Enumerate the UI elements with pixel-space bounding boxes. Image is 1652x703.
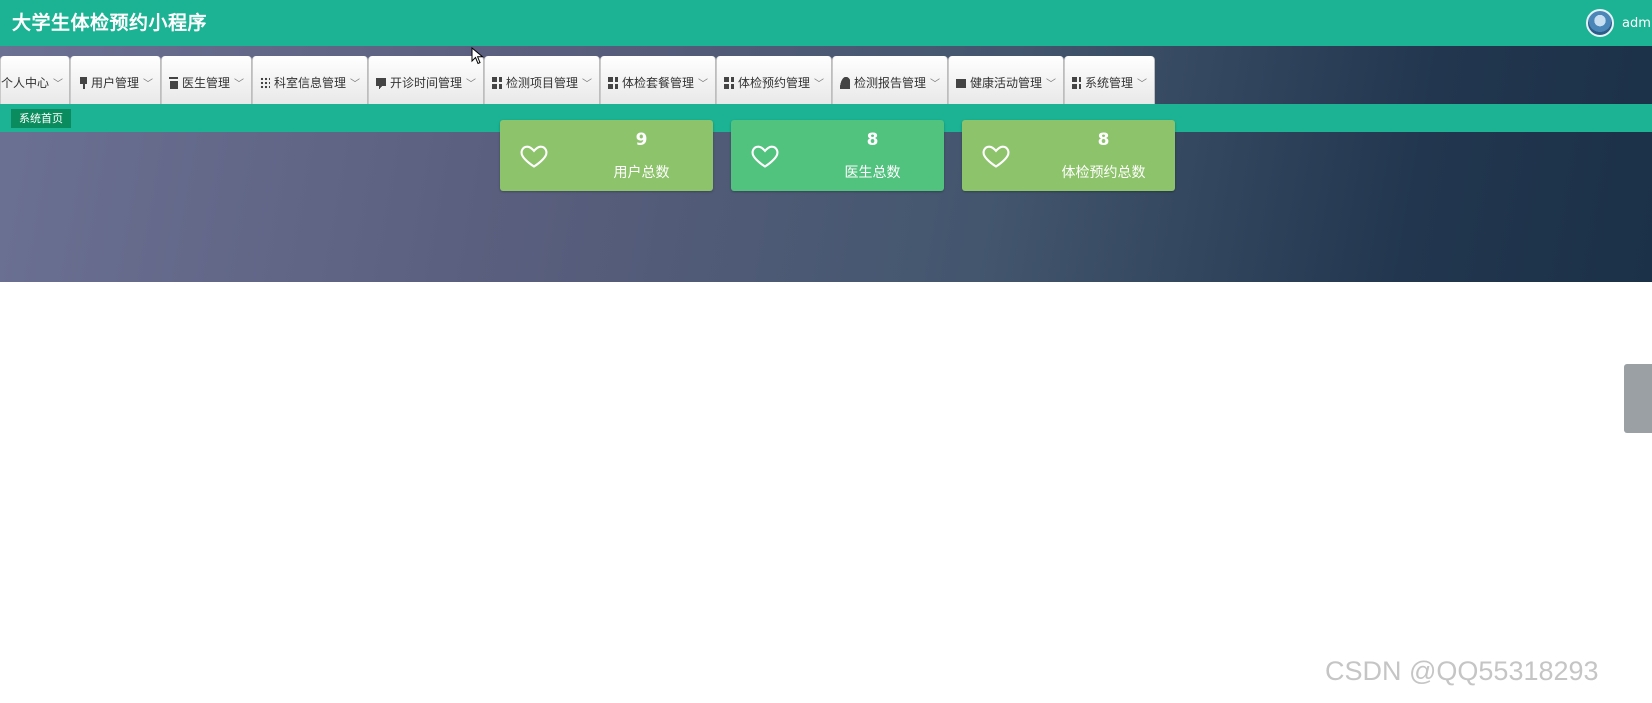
- box-icon: [956, 76, 966, 89]
- stat-value: 8: [1097, 130, 1110, 150]
- nav-item-test-item-management[interactable]: 检测项目管理 ﹀: [484, 56, 600, 109]
- stat-card-appointments[interactable]: 8 体检预约总数: [962, 120, 1175, 191]
- avatar[interactable]: [1586, 9, 1614, 37]
- grid-icon: [1072, 76, 1081, 89]
- nav-item-department-management[interactable]: 科室信息管理 ﹀: [252, 56, 368, 109]
- nav-item-label: 体检预约管理: [737, 76, 810, 90]
- mouse-cursor-icon: [471, 47, 484, 65]
- nav-item-personal-center[interactable]: 个人中心 ﹀: [0, 56, 70, 109]
- grid-icon: [492, 76, 502, 89]
- nav-item-health-activity-management[interactable]: 健康活动管理 ﹀: [948, 56, 1064, 109]
- chevron-down-icon: ﹀: [466, 79, 476, 90]
- chevron-down-icon: ﹀: [582, 79, 592, 90]
- nav-item-label: 开诊时间管理: [389, 76, 462, 90]
- user-icon: [840, 76, 850, 89]
- nav-item-label: 检测报告管理: [853, 76, 926, 90]
- nav-item-package-management[interactable]: 体检套餐管理 ﹀: [600, 56, 716, 109]
- heart-icon: [520, 145, 548, 168]
- main-nav: 个人中心 ﹀ 用户管理 ﹀ 医生管理 ﹀ 科室信息管理 ﹀ 开诊时间管理 ﹀ 检测项目管理…: [0, 56, 1155, 109]
- breadcrumb-home[interactable]: 系统首页: [11, 109, 71, 128]
- stat-value: 8: [866, 130, 879, 150]
- top-bar: 大学生体检预约小程序 admin: [0, 0, 1652, 46]
- nav-item-label: 医生管理: [181, 76, 230, 90]
- chevron-down-icon: ﹀: [1046, 79, 1056, 90]
- clipboard-icon: [169, 76, 178, 89]
- nav-item-clinic-hours-management[interactable]: 开诊时间管理 ﹀: [368, 56, 484, 109]
- nav-item-label: 检测项目管理: [505, 76, 578, 90]
- chevron-down-icon: ﹀: [1137, 79, 1147, 90]
- chevron-down-icon: ﹀: [234, 79, 244, 90]
- grid-icon: [724, 76, 734, 89]
- nav-item-label: 用户管理: [90, 76, 139, 90]
- chevron-down-icon: ﹀: [698, 79, 708, 90]
- chevron-down-icon: ﹀: [143, 79, 153, 90]
- flag-icon: [78, 76, 87, 89]
- stat-value: 9: [635, 130, 648, 150]
- chevron-down-icon: ﹀: [814, 79, 824, 90]
- nav-item-label: 健康活动管理: [969, 76, 1042, 90]
- nav-item-label: 体检套餐管理: [621, 76, 694, 90]
- stat-card-users[interactable]: 9 用户总数: [500, 120, 713, 191]
- chevron-down-icon: ﹀: [350, 79, 360, 90]
- chevron-down-icon: ﹀: [53, 79, 64, 90]
- chat-icon: [376, 76, 386, 89]
- stat-label: 体检预约总数: [1061, 165, 1146, 181]
- grid-icon: [608, 76, 618, 89]
- heart-icon: [982, 145, 1010, 168]
- nav-item-report-management[interactable]: 检测报告管理 ﹀: [832, 56, 948, 109]
- watermark: CSDN @QQ55318293: [1325, 656, 1599, 686]
- nav-item-appointment-management[interactable]: 体检预约管理 ﹀: [716, 56, 832, 109]
- dots-icon: [260, 76, 270, 89]
- nav-item-user-management[interactable]: 用户管理 ﹀: [70, 56, 161, 109]
- stat-label: 用户总数: [613, 165, 670, 181]
- app-title: 大学生体检预约小程序: [12, 12, 208, 34]
- nav-item-doctor-management[interactable]: 医生管理 ﹀: [161, 56, 252, 109]
- stat-card-doctors[interactable]: 8 医生总数: [731, 120, 944, 191]
- heart-icon: [751, 145, 779, 168]
- nav-item-system-management[interactable]: 系统管理 ﹀: [1064, 56, 1155, 109]
- nav-item-label: 个人中心: [1, 76, 50, 90]
- chevron-down-icon: ﹀: [930, 79, 940, 90]
- stat-label: 医生总数: [844, 165, 901, 181]
- username[interactable]: admin: [1622, 16, 1652, 31]
- nav-item-label: 系统管理: [1084, 76, 1133, 90]
- user-menu[interactable]: admin: [1586, 7, 1652, 39]
- nav-item-label: 科室信息管理: [273, 76, 346, 90]
- side-drawer-toggle[interactable]: [1624, 364, 1652, 433]
